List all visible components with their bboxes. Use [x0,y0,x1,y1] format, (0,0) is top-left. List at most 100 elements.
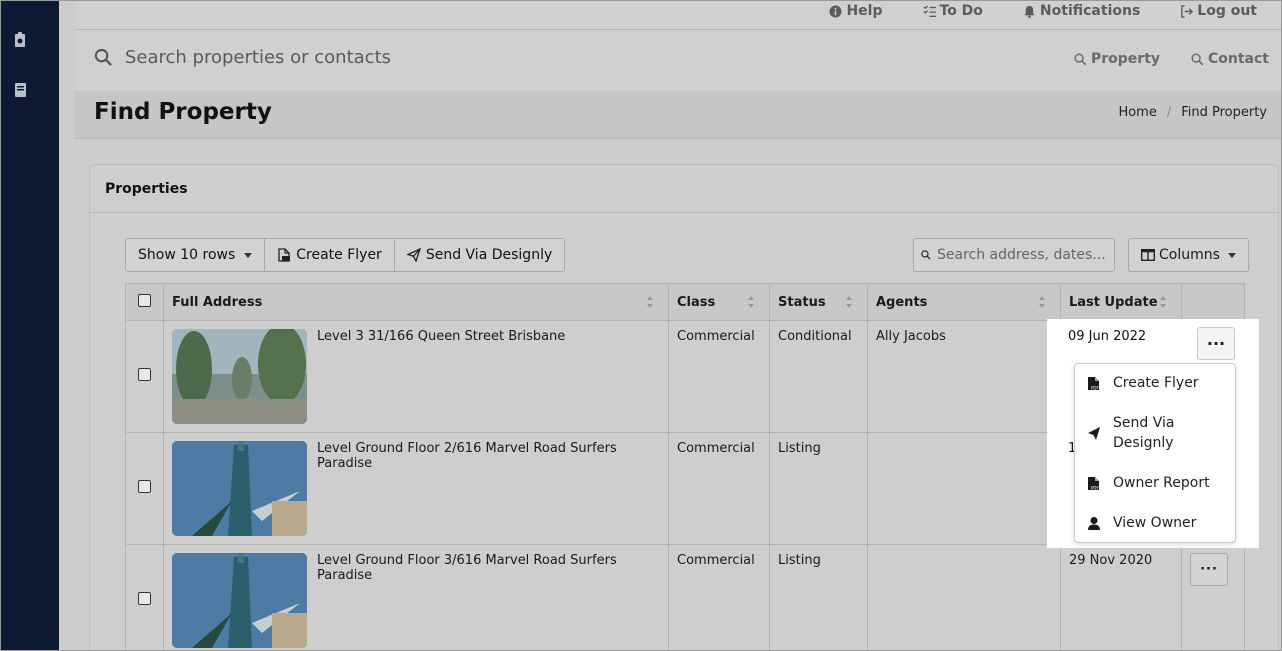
header-class-label: Class [677,294,716,310]
status-cell: Listing [769,432,868,545]
pdf-file-icon [278,248,291,262]
notifications-link[interactable]: Notifications [1023,1,1140,21]
global-search-input[interactable] [125,47,625,68]
search-icon [921,250,931,260]
search-scope-property[interactable]: Property [1074,51,1160,67]
property-thumbnail[interactable] [172,553,307,648]
columns-label: Columns [1159,247,1220,263]
show-rows-label: Show 10 rows [138,247,236,263]
create-flyer-label: Create Flyer [296,247,382,263]
row-select-cell [125,544,164,650]
user-icon [1088,516,1100,530]
sort-icon [647,296,653,308]
clipboard-icon[interactable] [13,31,29,49]
header-actions [1181,283,1245,321]
row-checkbox[interactable] [138,480,151,493]
table-search-input[interactable] [937,247,1107,263]
show-rows-button[interactable]: Show 10 rows [126,239,266,271]
header-class[interactable]: Class [668,283,770,321]
help-link[interactable]: Help [829,1,883,21]
sort-icon [1160,296,1166,308]
card-title: Properties [90,165,1278,213]
create-flyer-button[interactable]: Create Flyer [265,239,395,271]
header-status[interactable]: Status [769,283,868,321]
class-cell: Commercial [668,544,770,650]
select-all-checkbox[interactable] [138,293,151,307]
columns-icon [1141,249,1155,261]
row-select-cell [125,432,164,545]
search-icon [1074,52,1087,65]
logout-link[interactable]: Log out [1180,1,1257,21]
search-scope-contact[interactable]: Contact [1191,51,1269,67]
search-scope-property-label: Property [1091,51,1161,67]
menu-item-label: Create Flyer [1113,375,1199,391]
header-last-update[interactable]: Last Update [1060,283,1182,321]
agents-cell [867,544,1061,650]
search-icon [1191,52,1204,65]
page-title: Find Property [94,99,272,125]
notifications-label: Notifications [1039,3,1141,19]
global-search [94,47,625,68]
address-text[interactable]: Level 3 31/166 Queen Street Brisbane [317,329,565,424]
top-links: Help To Do Notifications Log out [829,1,1257,21]
paper-plane-icon [406,248,421,262]
row-actions-menu: PDF Create Flyer Send Via Designly PDF O… [1074,363,1236,543]
select-all-cell [125,283,164,321]
property-thumbnail[interactable] [172,329,307,424]
table-toolbar: Show 10 rows Create Flyer Send Via Desig… [125,238,566,272]
menu-item-create-flyer[interactable]: PDF Create Flyer [1075,373,1235,393]
header-status-label: Status [778,294,826,310]
sort-icon [748,296,754,308]
menu-item-owner-report[interactable]: PDF Owner Report [1075,473,1235,493]
row-select-cell [125,320,164,433]
logout-label: Log out [1197,3,1257,19]
divider [74,29,1281,30]
menu-item-send-via-designly[interactable]: Send Via Designly [1075,413,1235,453]
address-cell: Level Ground Floor 2/616 Marvel Road Sur… [163,432,669,545]
caret-down-icon [244,252,253,258]
search-scope-contact-label: Contact [1208,51,1269,67]
search-icon [94,48,112,66]
help-label: Help [846,3,883,19]
app-window: Help To Do Notifications Log out Search … [0,0,1282,651]
agents-cell [867,432,1061,545]
row-checkbox[interactable] [138,368,151,381]
sort-icon [846,296,852,308]
row-actions-button[interactable]: ··· [1197,327,1235,360]
page-header: Find Property Home / Find Property [74,91,1281,139]
agents-cell: Ally Jacobs [867,320,1061,433]
columns-button[interactable]: Columns [1128,238,1249,272]
row-checkbox[interactable] [138,592,151,605]
table-row[interactable]: Level Ground Floor 3/616 Marvel Road Sur… [125,544,1245,650]
book-icon[interactable] [13,81,29,99]
table-header-row: Full Address Class Status Agents Last Up… [125,283,1245,321]
address-text[interactable]: Level Ground Floor 3/616 Marvel Road Sur… [317,553,660,648]
class-cell: Commercial [668,320,770,433]
pdf-file-icon: PDF [1088,476,1099,490]
property-thumbnail[interactable] [172,441,307,536]
todo-link[interactable]: To Do [922,1,983,21]
address-text[interactable]: Level Ground Floor 2/616 Marvel Road Sur… [317,441,660,536]
header-agents[interactable]: Agents [867,283,1061,321]
logout-icon [1181,4,1194,18]
header-last-update-label: Last Update [1069,294,1158,310]
send-via-designly-label: Send Via Designly [425,247,553,263]
actions-cell: ··· [1181,544,1245,650]
menu-item-view-owner[interactable]: View Owner [1075,513,1235,533]
status-cell: Conditional [769,320,868,433]
svg-text:PDF: PDF [1091,385,1099,390]
row-actions-button[interactable]: ··· [1190,553,1228,586]
last-update-cell: 29 Nov 2020 [1060,544,1182,650]
send-via-designly-button[interactable]: Send Via Designly [395,239,564,271]
breadcrumb-home[interactable]: Home [1118,105,1156,120]
header-agents-label: Agents [876,294,928,310]
menu-item-label: View Owner [1113,515,1197,531]
header-full-address[interactable]: Full Address [163,283,669,321]
sort-icon [1039,296,1045,308]
todo-label: To Do [939,3,983,19]
breadcrumb-current: Find Property [1181,105,1267,120]
paper-plane-icon [1088,426,1100,440]
address-cell: Level Ground Floor 3/616 Marvel Road Sur… [163,544,669,650]
checklist-icon [922,4,936,17]
menu-item-label: Owner Report [1113,475,1210,491]
